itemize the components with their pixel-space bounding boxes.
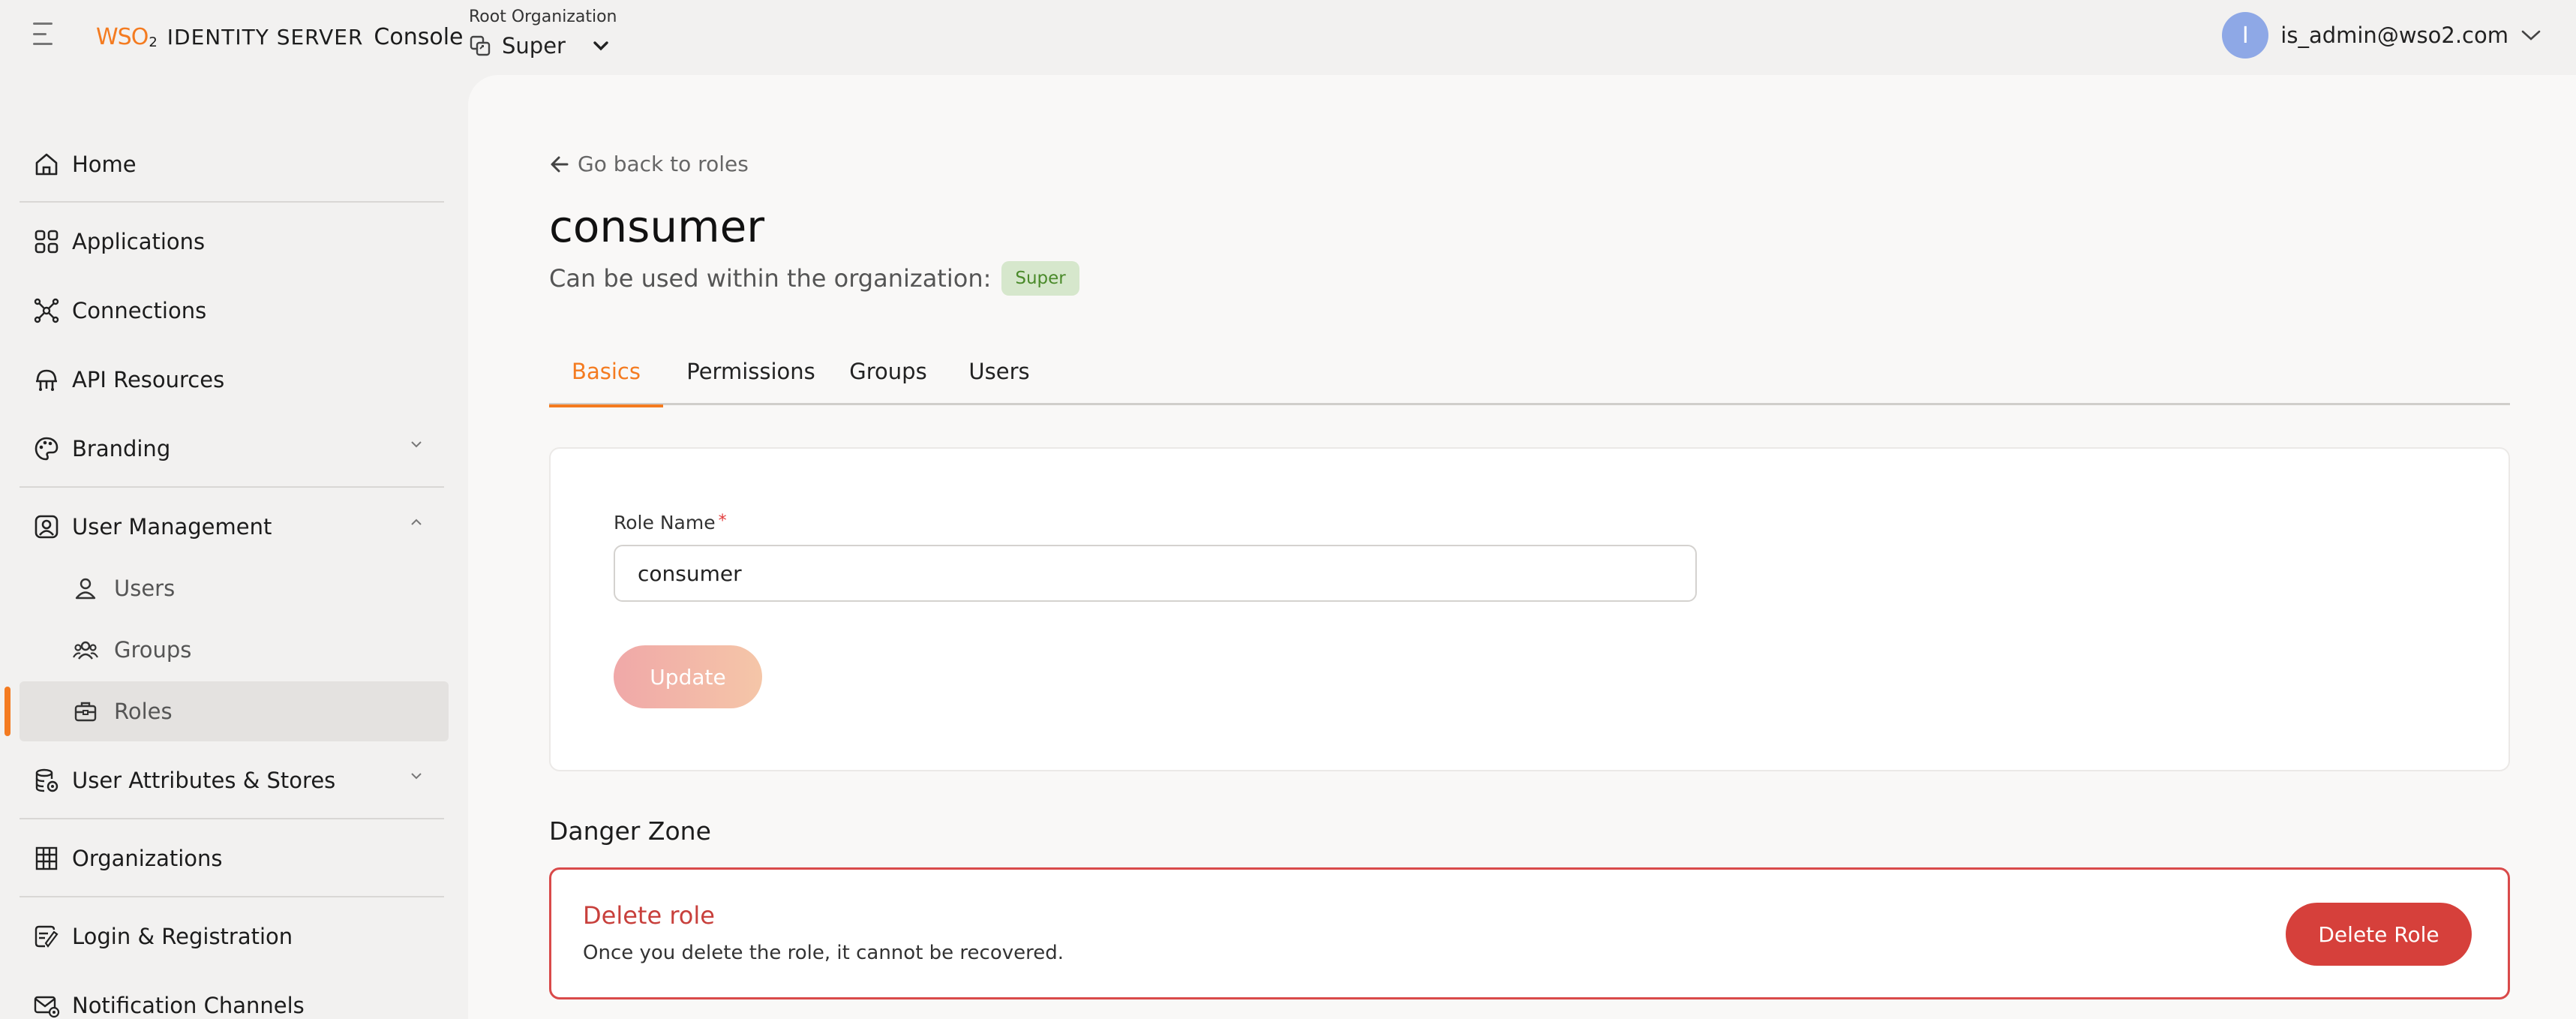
danger-zone-title: Danger Zone (549, 816, 711, 846)
sidebar-item-connections[interactable]: Connections (20, 280, 444, 341)
sidebar-item-label: Connections (72, 298, 207, 323)
delete-role-heading: Delete role (583, 901, 715, 930)
org-name: Super (502, 33, 566, 59)
sidebar-item-label: User Management (72, 514, 272, 540)
chevron-down-icon (2521, 30, 2541, 41)
app-root: WSO 2 IDENTITY SERVER Console Root Organi… (0, 0, 2576, 1019)
tab-permissions[interactable]: Permissions (680, 338, 822, 405)
sidebar-item-notification-channels[interactable]: Notification Channels (20, 975, 444, 1019)
chevron-down-icon (411, 773, 422, 780)
role-name-label: Role Name * (614, 512, 727, 534)
console-label: Console (374, 23, 464, 50)
sidebar-item-label: Notification Channels (72, 993, 305, 1018)
sidebar: Home Applications Connections API Resour… (0, 75, 468, 1019)
required-mark: * (718, 512, 727, 531)
tab-users[interactable]: Users (954, 338, 1044, 405)
sidebar-item-label: Applications (72, 229, 206, 254)
tab-basics[interactable]: Basics (549, 338, 663, 407)
page-title: consumer (549, 201, 765, 252)
sidebar-item-label: API Resources (72, 367, 225, 392)
arrow-left-icon (551, 156, 569, 172)
sidebar-item-organizations[interactable]: Organizations (20, 828, 444, 889)
wso2-logo-mark: WSO 2 (96, 23, 158, 50)
login-icon (32, 921, 62, 951)
sidebar-divider (20, 201, 444, 203)
sidebar-divider (20, 818, 444, 819)
sidebar-subitem-groups[interactable]: Groups (20, 620, 449, 680)
back-link-label: Go back to roles (578, 152, 749, 176)
sidebar-item-api-resources[interactable]: API Resources (20, 349, 444, 410)
org-switcher[interactable]: Super (469, 33, 609, 59)
sidebar-subitem-roles[interactable]: Roles (20, 681, 449, 741)
user-icon (72, 575, 99, 602)
back-to-roles-link[interactable]: Go back to roles (549, 152, 749, 176)
danger-zone-box: Delete role Once you delete the role, it… (549, 867, 2510, 999)
org-badge: Super (1001, 261, 1079, 296)
sidebar-item-label: Branding (72, 436, 171, 461)
org-usage-label: Can be used within the organization: (549, 264, 992, 293)
user-management-icon (32, 512, 62, 542)
sidebar-subitem-label: Roles (114, 699, 173, 724)
org-usage-line: Can be used within the organization: Sup… (549, 261, 1079, 296)
sidebar-item-applications[interactable]: Applications (20, 211, 444, 272)
sidebar-item-home[interactable]: Home (20, 134, 444, 195)
sidebar-divider (20, 486, 444, 488)
sidebar-item-user-attributes[interactable]: User Attributes & Stores (20, 750, 444, 811)
sidebar-item-branding[interactable]: Branding (20, 418, 444, 479)
sidebar-divider (20, 896, 444, 897)
chevron-up-icon (411, 519, 422, 525)
tab-bar: Basics Permissions Groups Users (549, 338, 2510, 407)
org-switcher-label: Root Organization (469, 8, 617, 26)
roles-icon (72, 698, 99, 725)
avatar: I (2222, 12, 2269, 59)
applications-grid-icon (32, 227, 62, 257)
sidebar-item-login-registration[interactable]: Login & Registration (20, 906, 444, 967)
sidebar-subitem-label: Groups (114, 637, 192, 663)
top-header: WSO 2 IDENTITY SERVER Console Root Organi… (0, 0, 2576, 75)
user-menu[interactable]: I is_admin@wso2.com (2222, 12, 2541, 59)
org-switch-icon (470, 35, 491, 56)
sidebar-item-label: Organizations (72, 846, 223, 871)
database-icon (32, 765, 62, 795)
home-icon (32, 149, 62, 179)
hamburger-menu-icon[interactable] (33, 23, 60, 45)
update-button[interactable]: Update (614, 645, 762, 708)
sidebar-subitem-label: Users (114, 576, 176, 601)
product-logo[interactable]: WSO 2 IDENTITY SERVER Console (96, 21, 464, 53)
sidebar-item-label: User Attributes & Stores (72, 768, 336, 793)
chevron-down-icon (411, 441, 422, 448)
product-name: IDENTITY SERVER (167, 24, 364, 50)
palette-icon (32, 434, 62, 464)
basics-card: Role Name* Update (549, 447, 2510, 771)
user-email: is_admin@wso2.com (2280, 23, 2508, 48)
role-name-field[interactable] (614, 545, 1697, 602)
chevron-down-icon (593, 41, 608, 51)
sidebar-item-user-management[interactable]: User Management (20, 496, 444, 558)
api-resources-icon (32, 365, 62, 395)
sidebar-item-label: Login & Registration (72, 924, 293, 949)
delete-role-description: Once you delete the role, it cannot be r… (583, 942, 1064, 964)
mail-icon (32, 990, 62, 1019)
main-content: Go back to roles consumer Can be used wi… (468, 75, 2576, 1019)
active-indicator (5, 687, 11, 736)
building-icon (32, 843, 62, 873)
sidebar-subitem-users[interactable]: Users (20, 558, 449, 618)
groups-icon (72, 636, 99, 663)
sidebar-item-label: Home (72, 152, 137, 177)
delete-role-button[interactable]: Delete Role (2286, 903, 2472, 966)
connections-icon (32, 296, 62, 326)
tab-groups[interactable]: Groups (836, 338, 941, 405)
